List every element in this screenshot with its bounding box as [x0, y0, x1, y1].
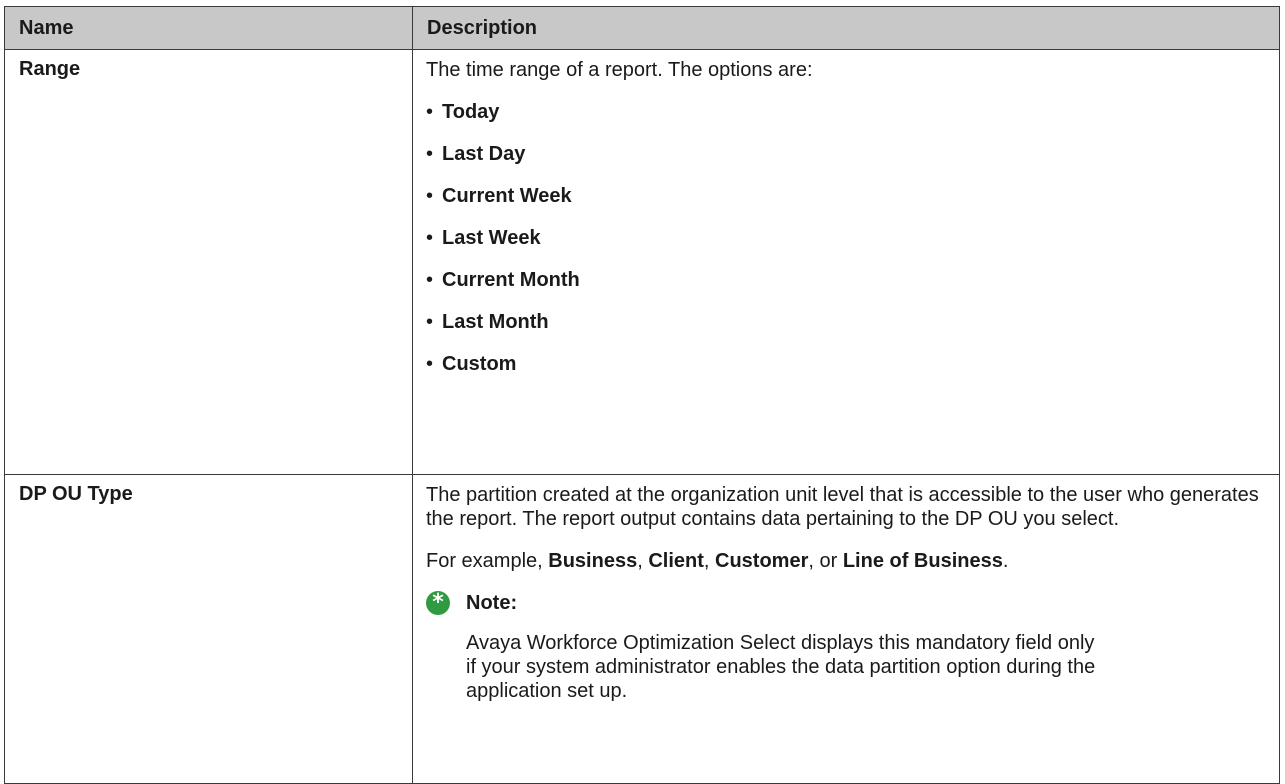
example-suffix: . — [1002, 550, 1009, 572]
example-prefix: For example, — [426, 550, 549, 572]
bullet: • — [426, 227, 434, 249]
option-label: Custom — [442, 353, 517, 375]
option-label: Last Month — [442, 311, 549, 333]
row-name-dp-ou-type: DP OU Type — [4, 474, 413, 784]
column-header-description: Description — [412, 6, 1280, 50]
example-item: Business — [548, 550, 638, 572]
range-options-list: • Today • Last Day • Current Week • Last Wee… — [426, 82, 1265, 376]
option-label: Last Day — [442, 143, 526, 165]
row-name-range: Range — [4, 49, 413, 475]
list-item: • Custom — [426, 334, 1265, 376]
table-header-row: Name Description — [4, 6, 1280, 50]
note-header: * Note: — [426, 589, 1265, 617]
bullet: • — [426, 101, 434, 123]
example-item: Line of Business — [842, 550, 1003, 572]
list-item: • Current Week — [426, 166, 1265, 208]
note-body: Avaya Workforce Optimization Select disp… — [466, 632, 1096, 702]
example-separator: , or — [808, 550, 843, 572]
bullet: • — [426, 353, 434, 375]
option-label: Last Week — [442, 227, 541, 249]
option-label: Current Month — [442, 269, 580, 291]
bullet: • — [426, 269, 434, 291]
list-item: • Last Month — [426, 292, 1265, 334]
table-row-range: Range The time range of a report. The op… — [4, 49, 1280, 475]
example-item: Client — [648, 550, 704, 572]
dp-description-paragraph: The partition created at the organizatio… — [426, 484, 1259, 530]
table-row-dp-ou-type: DP OU Type The partition created at the … — [4, 474, 1280, 784]
asterisk-note-icon: * — [426, 591, 450, 615]
example-item: Customer — [715, 550, 809, 572]
row-description-range: The time range of a report. The options … — [412, 49, 1280, 475]
example-separator: , — [703, 550, 716, 572]
bullet: • — [426, 311, 434, 333]
list-item: • Today — [426, 82, 1265, 124]
list-item: • Current Month — [426, 250, 1265, 292]
range-intro: The time range of a report. The options … — [426, 59, 813, 81]
parameter-table: Name Description Range The time range of… — [4, 6, 1280, 784]
row-description-dp-ou-type: The partition created at the organizatio… — [412, 474, 1280, 784]
example-separator: , — [637, 550, 649, 572]
option-label: Current Week — [442, 185, 572, 207]
column-header-name: Name — [4, 6, 413, 50]
bullet: • — [426, 143, 434, 165]
dp-example-paragraph: For example, Business, Client, Customer,… — [426, 549, 1265, 573]
list-item: • Last Week — [426, 208, 1265, 250]
list-item: • Last Day — [426, 124, 1265, 166]
bullet: • — [426, 185, 434, 207]
option-label: Today — [442, 101, 500, 123]
note-title: Note: — [466, 591, 518, 614]
